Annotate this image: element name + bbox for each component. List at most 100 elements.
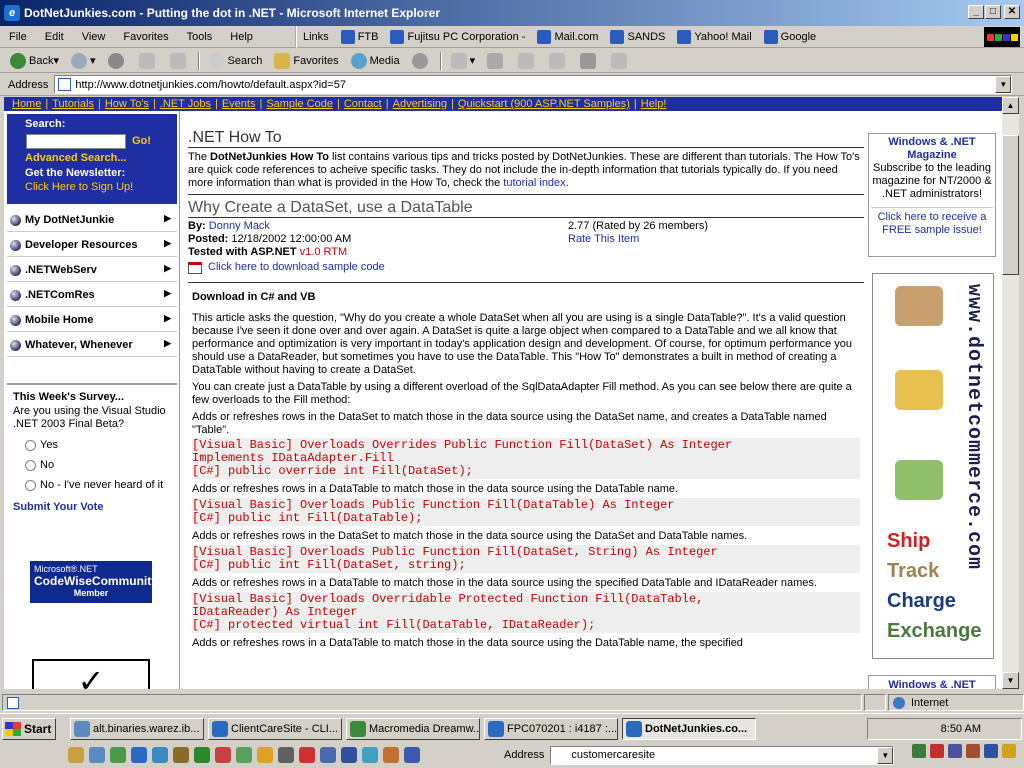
rate-item-link[interactable]: Rate This Item [568,233,639,246]
address-input[interactable]: http://www.dotnetjunkies.com/howto/defau… [54,75,1013,94]
media-button[interactable]: Media [345,50,406,72]
quicklaunch-icon[interactable] [152,747,168,763]
dotnetcommerce-ad[interactable]: www.dotnetcommerce.com Ship Track Charge… [872,273,994,659]
site-search-input[interactable] [26,134,126,149]
link-fujitsu[interactable]: Fujitsu PC Corporation - [384,30,531,44]
link-yahoo-mail[interactable]: Yahoo! Mail [671,30,757,44]
menu-view[interactable]: View [73,31,115,43]
quicklaunch-icon[interactable] [341,747,357,763]
task-fpc[interactable]: FPC070201 : i4187 :... [484,718,618,740]
sidebar-item-whatever[interactable]: Whatever, Whenever ▶ [7,334,177,357]
submit-vote-link[interactable]: Submit Your Vote [13,501,171,513]
nav-contact[interactable]: Contact [344,98,382,110]
go-button[interactable]: Go! [132,135,151,147]
quicklaunch-icon[interactable] [131,747,147,763]
start-button[interactable]: Start [2,718,56,740]
vertical-scrollbar[interactable]: ▲ ▼ [1002,97,1019,689]
menu-help[interactable]: Help [221,31,262,43]
scroll-up-button[interactable]: ▲ [1002,97,1019,114]
survey-option-no[interactable]: No [13,459,171,471]
sidebar-item-developer-resources[interactable]: Developer Resources ▶ [7,234,177,257]
nav-quickstart[interactable]: Quickstart (900 ASP.NET Samples) [458,98,630,110]
quicklaunch-icon[interactable] [194,747,210,763]
link-google[interactable]: Google [758,30,822,44]
forward-button[interactable]: ▾ [65,50,102,72]
print-button[interactable] [481,50,512,72]
tray-icon[interactable] [930,744,944,758]
taskbar-address-input[interactable]: customercaresite ▼ [550,745,895,765]
address-dropdown-button[interactable]: ▼ [995,76,1012,93]
quicklaunch-icon[interactable] [110,747,126,763]
menu-file[interactable]: File [0,31,36,43]
quicklaunch-icon[interactable] [89,747,105,763]
quicklaunch-icon[interactable] [236,747,252,763]
messenger-button[interactable] [574,50,605,72]
history-button[interactable] [406,50,437,72]
author-link[interactable]: Donny Mack [209,220,270,232]
discuss-button[interactable] [543,50,574,72]
quicklaunch-icon[interactable] [173,747,189,763]
task-dreamweaver[interactable]: Macromedia Dreamw... [346,718,480,740]
close-button[interactable]: ✕ [1004,5,1020,19]
stop-button[interactable] [102,50,133,72]
nav-tutorials[interactable]: Tutorials [52,98,94,110]
nav-events[interactable]: Events [222,98,256,110]
menu-tools[interactable]: Tools [178,31,222,43]
edit-button[interactable] [512,50,543,72]
quicklaunch-icon[interactable] [257,747,273,763]
link-ftb[interactable]: FTB [335,30,385,44]
sidebar-item-mobile-home[interactable]: Mobile Home ▶ [7,309,177,332]
radio-button[interactable] [25,439,36,451]
link-mail[interactable]: Mail.com [531,30,604,44]
survey-option-yes[interactable]: Yes [13,439,171,451]
link-sands[interactable]: SANDS [604,30,671,44]
tray-icon[interactable] [912,744,926,758]
back-button[interactable]: Back ▾ [4,50,65,72]
radio-button[interactable] [25,479,36,491]
tray-icon[interactable] [1002,744,1016,758]
quicklaunch-icon[interactable] [320,747,336,763]
quicklaunch-icon[interactable] [383,747,399,763]
taskbar-address-dropdown[interactable]: ▼ [877,746,894,764]
quicklaunch-icon[interactable] [278,747,294,763]
refresh-button[interactable] [133,50,164,72]
minimize-button[interactable]: _ [968,5,984,19]
favorites-button[interactable]: Favorites [268,50,344,72]
magazine-link[interactable]: Click here to receive a FREE sample issu… [871,207,993,237]
quicklaunch-icon[interactable] [299,747,315,763]
signup-link[interactable]: Click Here to Sign Up! [25,181,133,193]
task-dotnetjunkies[interactable]: DotNetJunkies.co... [622,718,756,740]
scroll-thumb[interactable] [1002,135,1019,275]
magazine-ad-2[interactable]: Windows & .NET [868,675,996,689]
nav-home[interactable]: Home [12,98,41,110]
download-sample-link[interactable]: Click here to download sample code [208,261,385,274]
magazine-ad[interactable]: Windows & .NET Magazine Subscribe to the… [868,133,996,257]
tray-icon[interactable] [966,744,980,758]
radio-button[interactable] [25,459,36,471]
task-newsgroup[interactable]: alt.binaries.warez.ib... [70,718,204,740]
nav-sample-code[interactable]: Sample Code [266,98,333,110]
menu-edit[interactable]: Edit [36,31,73,43]
quicklaunch-icon[interactable] [215,747,231,763]
sidebar-item-netcomres[interactable]: .NETComRes ▶ [7,284,177,307]
maximize-button[interactable]: □ [985,5,1001,19]
advanced-search-link[interactable]: Advanced Search... [25,152,127,164]
codewise-badge[interactable]: Microsoft®.NET CodeWiseCommunity Member [30,561,158,603]
menu-favorites[interactable]: Favorites [114,31,177,43]
task-clientcaresite[interactable]: ClientCareSite - CLI... [208,718,342,740]
quicklaunch-icon[interactable] [404,747,420,763]
survey-option-never-heard[interactable]: No - I've never heard of it [13,479,171,491]
tutorial-index-link[interactable]: tutorial index [503,177,565,189]
mail-button[interactable]: ▾ [445,50,482,72]
search-button[interactable]: Search [203,50,269,72]
scroll-down-button[interactable]: ▼ [1002,672,1019,689]
nav-jobs[interactable]: .NET Jobs [160,98,211,110]
sidebar-item-my-dotnetjunkie[interactable]: My DotNetJunkie ▶ [7,209,177,232]
nav-help[interactable]: Help! [641,98,667,110]
clock[interactable]: 8:50 AM [941,723,981,735]
tray-icon[interactable] [984,744,998,758]
home-button[interactable] [164,50,195,72]
quicklaunch-icon[interactable] [362,747,378,763]
sidebar-item-netwebserv[interactable]: .NETWebServ ▶ [7,259,177,282]
quicklaunch-icon[interactable] [68,747,84,763]
